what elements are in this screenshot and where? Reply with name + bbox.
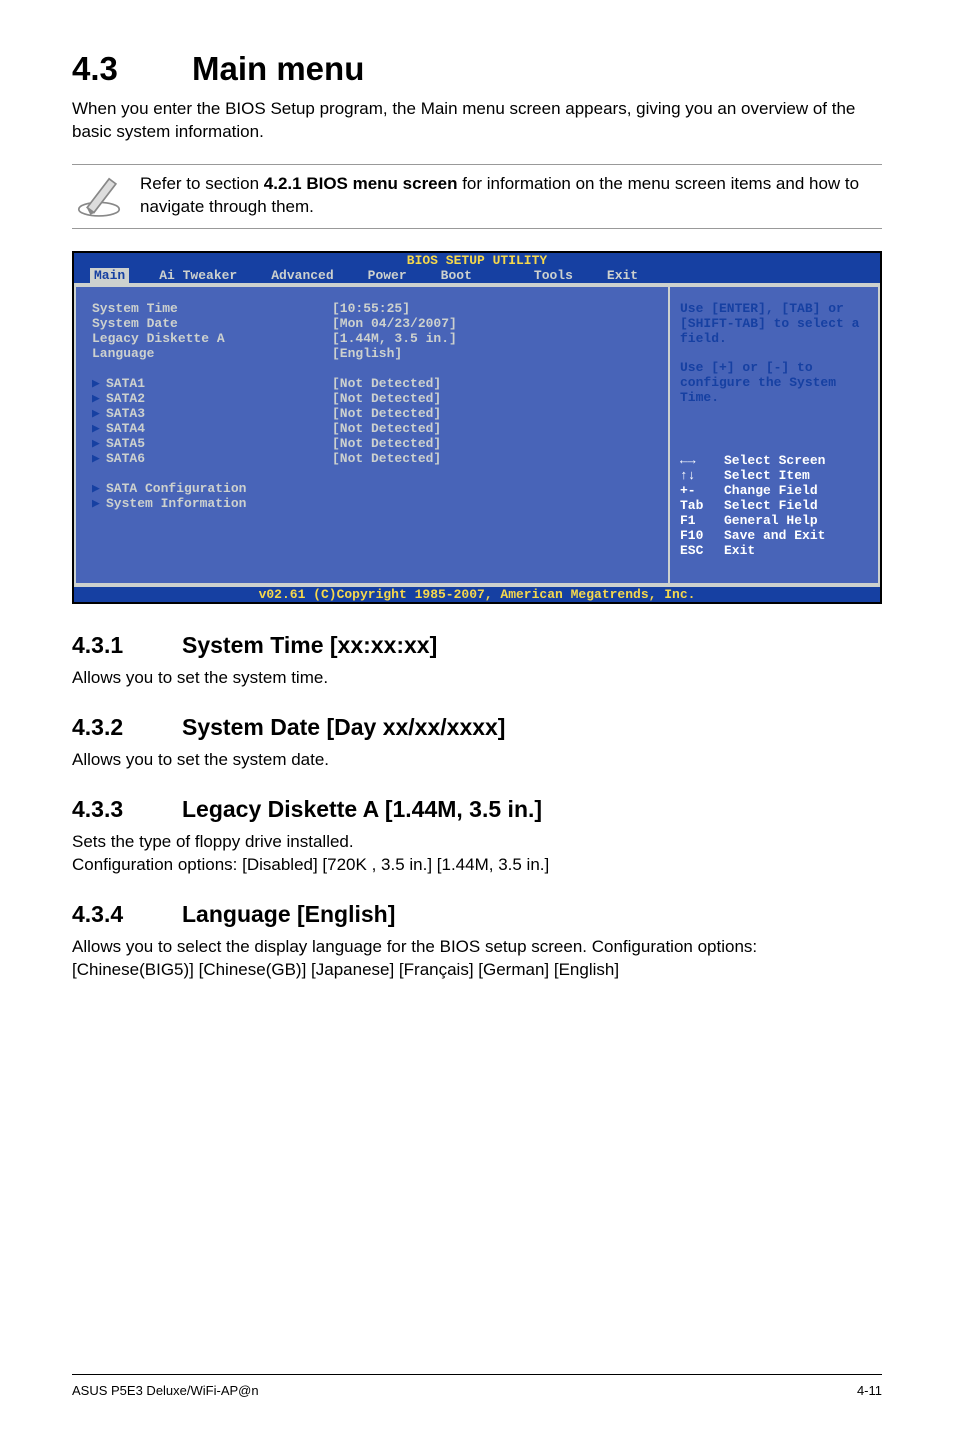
triangle-icon: ▶ (92, 481, 104, 496)
bios-tab-tools[interactable]: Tools (530, 268, 577, 283)
bios-sata-config[interactable]: ▶SATA Configuration (92, 481, 652, 496)
arrows-lr-icon: ←→ (680, 453, 724, 468)
bios-field-legacy-diskette[interactable]: Legacy Diskette A[1.44M, 3.5 in.] (92, 331, 652, 346)
bios-copyright: v02.61 (C)Copyright 1985-2007, American … (74, 585, 880, 602)
bios-help-top: Use [ENTER], [TAB] or [SHIFT-TAB] to sel… (680, 301, 868, 346)
bios-title: BIOS SETUP UTILITY (74, 253, 880, 268)
bios-sata5[interactable]: ▶SATA5[Not Detected] (92, 436, 652, 451)
section-heading-434: 4.3.4Language [English] (72, 901, 882, 928)
section-heading-433: 4.3.3Legacy Diskette A [1.44M, 3.5 in.] (72, 796, 882, 823)
triangle-icon: ▶ (92, 391, 104, 406)
triangle-icon: ▶ (92, 406, 104, 421)
bios-tab-main[interactable]: Main (90, 268, 129, 283)
section-body-432: Allows you to set the system date. (72, 749, 882, 772)
bios-screenshot: BIOS SETUP UTILITY Main Ai Tweaker Advan… (72, 251, 882, 604)
bios-sata1[interactable]: ▶SATA1[Not Detected] (92, 376, 652, 391)
arrows-ud-icon: ↑↓ (680, 468, 724, 483)
bios-tab-boot[interactable]: Boot (437, 268, 476, 283)
bios-right-pane: Use [ENTER], [TAB] or [SHIFT-TAB] to sel… (670, 285, 880, 585)
triangle-icon: ▶ (92, 376, 104, 391)
section-body-431: Allows you to set the system time. (72, 667, 882, 690)
bios-sata3[interactable]: ▶SATA3[Not Detected] (92, 406, 652, 421)
bios-tab-bar: Main Ai Tweaker Advanced Power Boot Tool… (74, 268, 880, 283)
bios-field-language[interactable]: Language[English] (92, 346, 652, 361)
section-heading-431: 4.3.1System Time [xx:xx:xx] (72, 632, 882, 659)
bios-tab-advanced[interactable]: Advanced (267, 268, 337, 283)
bios-field-system-date[interactable]: System Date[Mon 04/23/2007] (92, 316, 652, 331)
bios-tab-aitweaker[interactable]: Ai Tweaker (155, 268, 241, 283)
note-prefix: Refer to section (140, 174, 264, 193)
bios-tab-power[interactable]: Power (364, 268, 411, 283)
note-text: Refer to section 4.2.1 BIOS menu screen … (140, 167, 882, 225)
bios-left-pane: System Time[10:55:25] System Date[Mon 04… (74, 285, 670, 585)
triangle-icon: ▶ (92, 496, 104, 511)
heading-title: Main menu (192, 50, 364, 87)
bios-sata6[interactable]: ▶SATA6[Not Detected] (92, 451, 652, 466)
bios-field-system-time[interactable]: System Time[10:55:25] (92, 301, 652, 316)
section-body-434: Allows you to select the display languag… (72, 936, 882, 982)
pencil-icon (72, 167, 140, 226)
section-body-433: Sets the type of floppy drive installed.… (72, 831, 882, 877)
footer-left: ASUS P5E3 Deluxe/WiFi-AP@n (72, 1383, 259, 1398)
bios-nav-help: ←→Select Screen ↑↓Select Item +-Change F… (680, 453, 868, 558)
note-bold: 4.2.1 BIOS menu screen (264, 174, 458, 193)
page-footer: ASUS P5E3 Deluxe/WiFi-AP@n 4-11 (72, 1374, 882, 1398)
bios-sata4[interactable]: ▶SATA4[Not Detected] (92, 421, 652, 436)
bios-tab-exit[interactable]: Exit (603, 268, 642, 283)
footer-right: 4-11 (857, 1383, 882, 1398)
triangle-icon: ▶ (92, 436, 104, 451)
intro-paragraph: When you enter the BIOS Setup program, t… (72, 98, 882, 144)
heading-number: 4.3 (72, 50, 192, 88)
bios-system-info[interactable]: ▶System Information (92, 496, 652, 511)
triangle-icon: ▶ (92, 421, 104, 436)
bios-help-mid: Use [+] or [-] to configure the System T… (680, 360, 868, 405)
section-heading-432: 4.3.2System Date [Day xx/xx/xxxx] (72, 714, 882, 741)
bios-sata2[interactable]: ▶SATA2[Not Detected] (92, 391, 652, 406)
triangle-icon: ▶ (92, 451, 104, 466)
page-heading: 4.3Main menu (72, 50, 882, 88)
note-callout: Refer to section 4.2.1 BIOS menu screen … (72, 164, 882, 229)
